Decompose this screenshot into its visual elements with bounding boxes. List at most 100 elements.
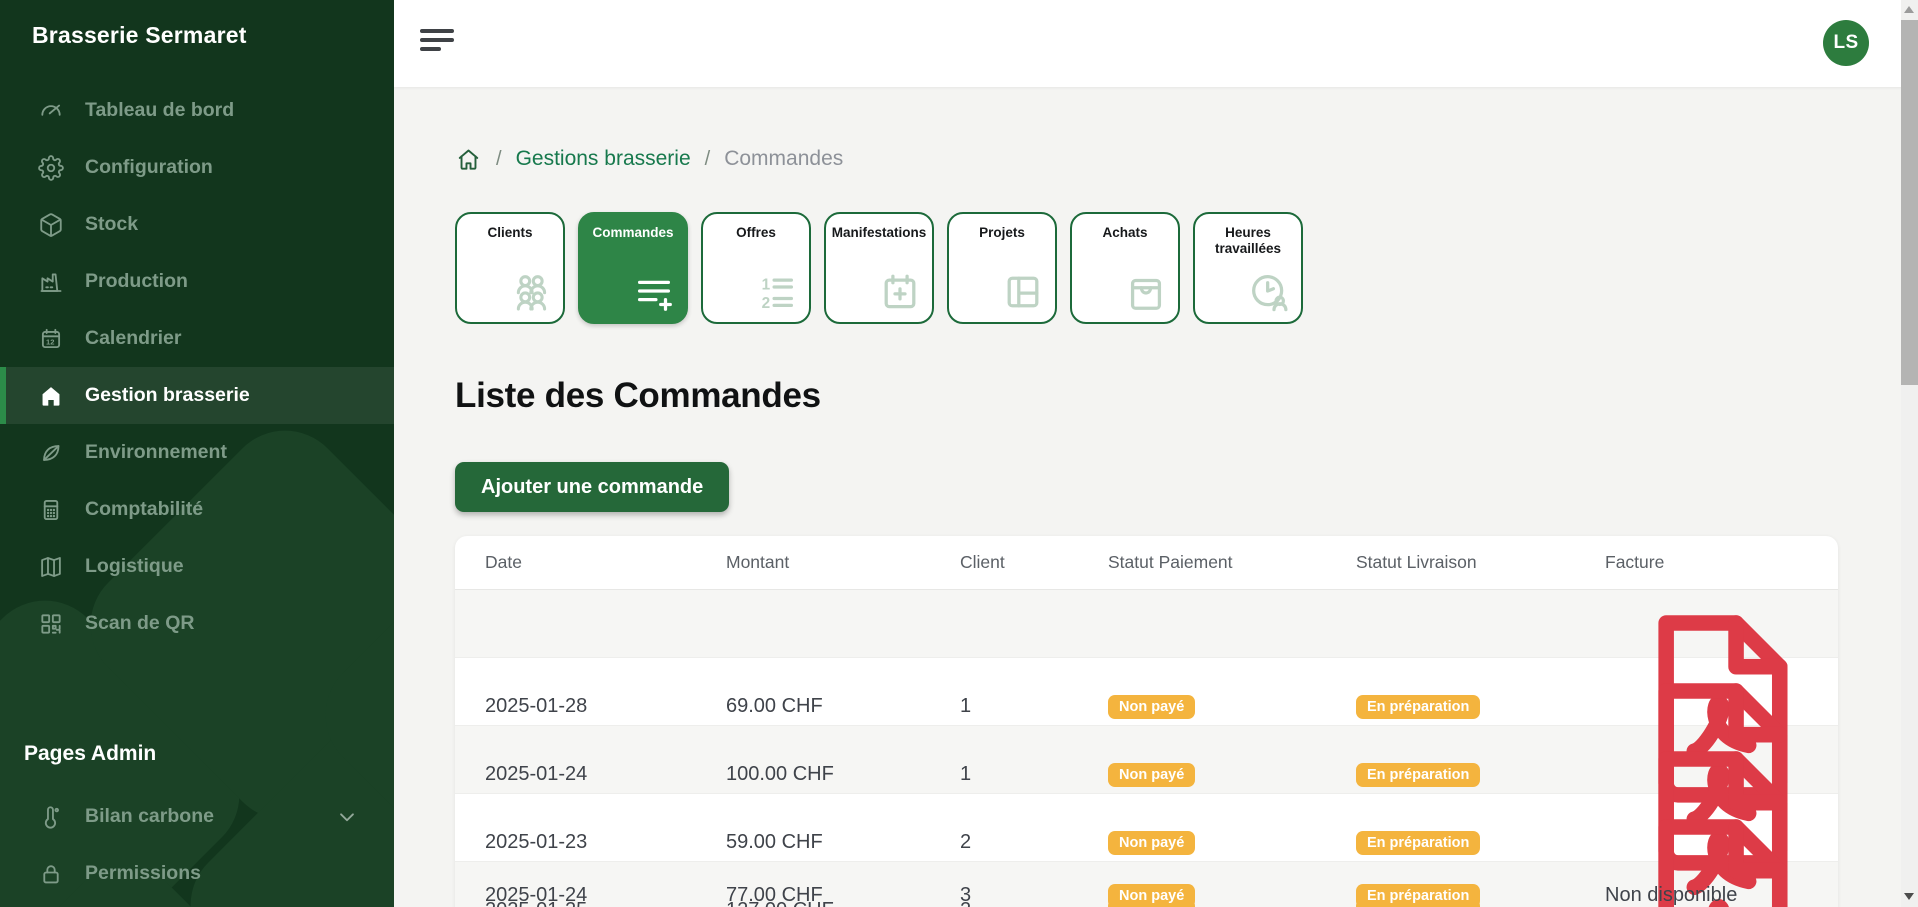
sidebar-item-permissions[interactable]: Permissions (0, 845, 394, 902)
map-icon (38, 554, 64, 580)
sidebar-nav: Tableau de bord Configuration Stock Product… (0, 82, 394, 652)
sidebar-item-label: Stock (85, 213, 138, 236)
sidebar-item-environnement[interactable]: Environnement (0, 424, 394, 481)
cell-montant: 100.00 CHF (726, 763, 960, 786)
scrollbar[interactable] (1901, 0, 1918, 907)
cell-montant: 59.00 CHF (726, 831, 960, 854)
main-content: / Gestions brasserie / Commandes Clients… (394, 87, 1918, 907)
tab-offres[interactable]: Offres 1 2 (701, 212, 811, 324)
tab-label: Heures travaillées (1195, 225, 1301, 256)
home-filled-icon (38, 383, 64, 409)
sidebar-section-label: Pages Admin (24, 742, 156, 766)
breadcrumb-separator: / (496, 148, 502, 171)
cell-montant: 77.00 CHF (726, 884, 960, 907)
delivery-status-badge: En préparation (1356, 763, 1480, 787)
sidebar-item-comptabilite[interactable]: Comptabilité (0, 481, 394, 538)
svg-text:2: 2 (762, 295, 771, 312)
breadcrumb-separator: / (705, 148, 711, 171)
sidebar-item-calendrier[interactable]: 12 Calendrier (0, 310, 394, 367)
column-header-montant: Montant (726, 552, 960, 573)
cell-montant: 69.00 CHF (726, 695, 960, 718)
breadcrumb: / Gestions brasserie / Commandes (455, 144, 1918, 174)
tab-label: Achats (1072, 225, 1178, 241)
tab-clients[interactable]: Clients (455, 212, 565, 324)
chevron-down-icon[interactable] (334, 804, 360, 830)
svg-text:12: 12 (46, 337, 54, 346)
delivery-status-badge: En préparation (1356, 884, 1480, 907)
tab-achats[interactable]: Achats (1070, 212, 1180, 324)
tab-manifestations[interactable]: Manifestations (824, 212, 934, 324)
tab-label: Offres (703, 225, 809, 241)
column-header-facture: Facture (1605, 552, 1838, 573)
home-outline-icon[interactable] (455, 146, 482, 173)
tab-label: Projets (949, 225, 1055, 241)
app-title: Brasserie Sermaret (32, 22, 247, 49)
payment-status-badge: Non payé (1108, 884, 1195, 907)
sidebar-item-bilan-carbone[interactable]: Bilan carbone (0, 788, 394, 845)
cell-date: 2025-01-28 (485, 695, 726, 718)
column-header-statut-livraison: Statut Livraison (1356, 552, 1605, 573)
tab-label: Commandes (580, 225, 686, 241)
kanban-icon (1000, 269, 1046, 315)
table-body: 2025-01-2869.00 CHF1Non payéEn préparati… (455, 590, 1838, 907)
svg-text:1: 1 (762, 276, 771, 293)
tab-heures-travaillees[interactable]: Heures travaillées (1193, 212, 1303, 324)
sidebar-item-configuration[interactable]: Configuration (0, 139, 394, 196)
cell-client: 3 (960, 884, 1108, 907)
breadcrumb-link-gestions-brasserie[interactable]: Gestions brasserie (516, 147, 691, 171)
sidebar-item-logistique[interactable]: Logistique (0, 538, 394, 595)
sidebar-item-scan-de-qr[interactable]: Scan de QR (0, 595, 394, 652)
section-tabs: Clients Commandes Offres 1 2 Manifestations Pr… (455, 212, 1918, 324)
cell-date: 2025-01-23 (485, 831, 726, 854)
tab-label: Clients (457, 225, 563, 241)
scroll-down-arrow-icon[interactable] (1904, 893, 1914, 900)
sidebar-item-label: Production (85, 270, 188, 293)
scroll-up-arrow-icon[interactable] (1904, 6, 1914, 13)
lock-icon (38, 861, 64, 887)
calendar-plus-icon (877, 269, 923, 315)
gauge-icon (38, 98, 64, 124)
cell-facture: Non disponible (1605, 884, 1838, 907)
tab-projets[interactable]: Projets (947, 212, 1057, 324)
sidebar-item-label: Comptabilité (85, 498, 203, 521)
qr-code-icon (38, 611, 64, 637)
delivery-status-badge: En préparation (1356, 831, 1480, 855)
sidebar-item-label: Bilan carbone (85, 805, 214, 828)
user-avatar[interactable]: LS (1823, 20, 1869, 66)
calendar-icon: 12 (38, 326, 64, 352)
sidebar-item-stock[interactable]: Stock (0, 196, 394, 253)
column-header-client: Client (960, 552, 1108, 573)
payment-status-badge: Non payé (1108, 831, 1195, 855)
tab-commandes[interactable]: Commandes (578, 212, 688, 324)
clients-group-icon (508, 269, 554, 315)
breadcrumb-current-page: Commandes (724, 147, 843, 171)
tab-label: Manifestations (826, 225, 932, 241)
cell-date: 2025-01-24 (485, 763, 726, 786)
table-header-row: DateMontantClientStatut PaiementStatut L… (455, 536, 1838, 590)
sidebar-admin-nav: Bilan carbone Permissions (0, 788, 394, 902)
payment-status-badge: Non payé (1108, 695, 1195, 719)
sidebar-item-production[interactable]: Production (0, 253, 394, 310)
clock-person-icon (1246, 269, 1292, 315)
sidebar-item-label: Permissions (85, 862, 201, 885)
topbar: LS (394, 0, 1918, 87)
leaf-icon (38, 440, 64, 466)
sidebar-item-tableau-de-bord[interactable]: Tableau de bord (0, 82, 394, 139)
order-list-icon (631, 269, 677, 315)
sidebar-item-gestion-brasserie[interactable]: Gestion brasserie (0, 367, 394, 424)
sidebar-item-label: Calendrier (85, 327, 181, 350)
add-order-button[interactable]: Ajouter une commande (455, 462, 729, 512)
sidebar-item-label: Gestion brasserie (85, 384, 250, 407)
hamburger-menu-icon[interactable] (420, 29, 454, 51)
facture-unavailable-text: Non disponible (1605, 884, 1737, 906)
sidebar-item-label: Configuration (85, 156, 213, 179)
gear-icon (38, 155, 64, 181)
table-row: 2025-01-2869.00 CHF1Non payéEn préparati… (455, 590, 1838, 658)
scrollbar-thumb[interactable] (1901, 20, 1918, 385)
page-title: Liste des Commandes (455, 374, 1918, 418)
cell-client: 1 (960, 695, 1108, 718)
sidebar-item-label: Tableau de bord (85, 99, 234, 122)
cell-client: 1 (960, 763, 1108, 786)
column-header-date: Date (485, 552, 726, 573)
orders-table: DateMontantClientStatut PaiementStatut L… (455, 536, 1838, 907)
